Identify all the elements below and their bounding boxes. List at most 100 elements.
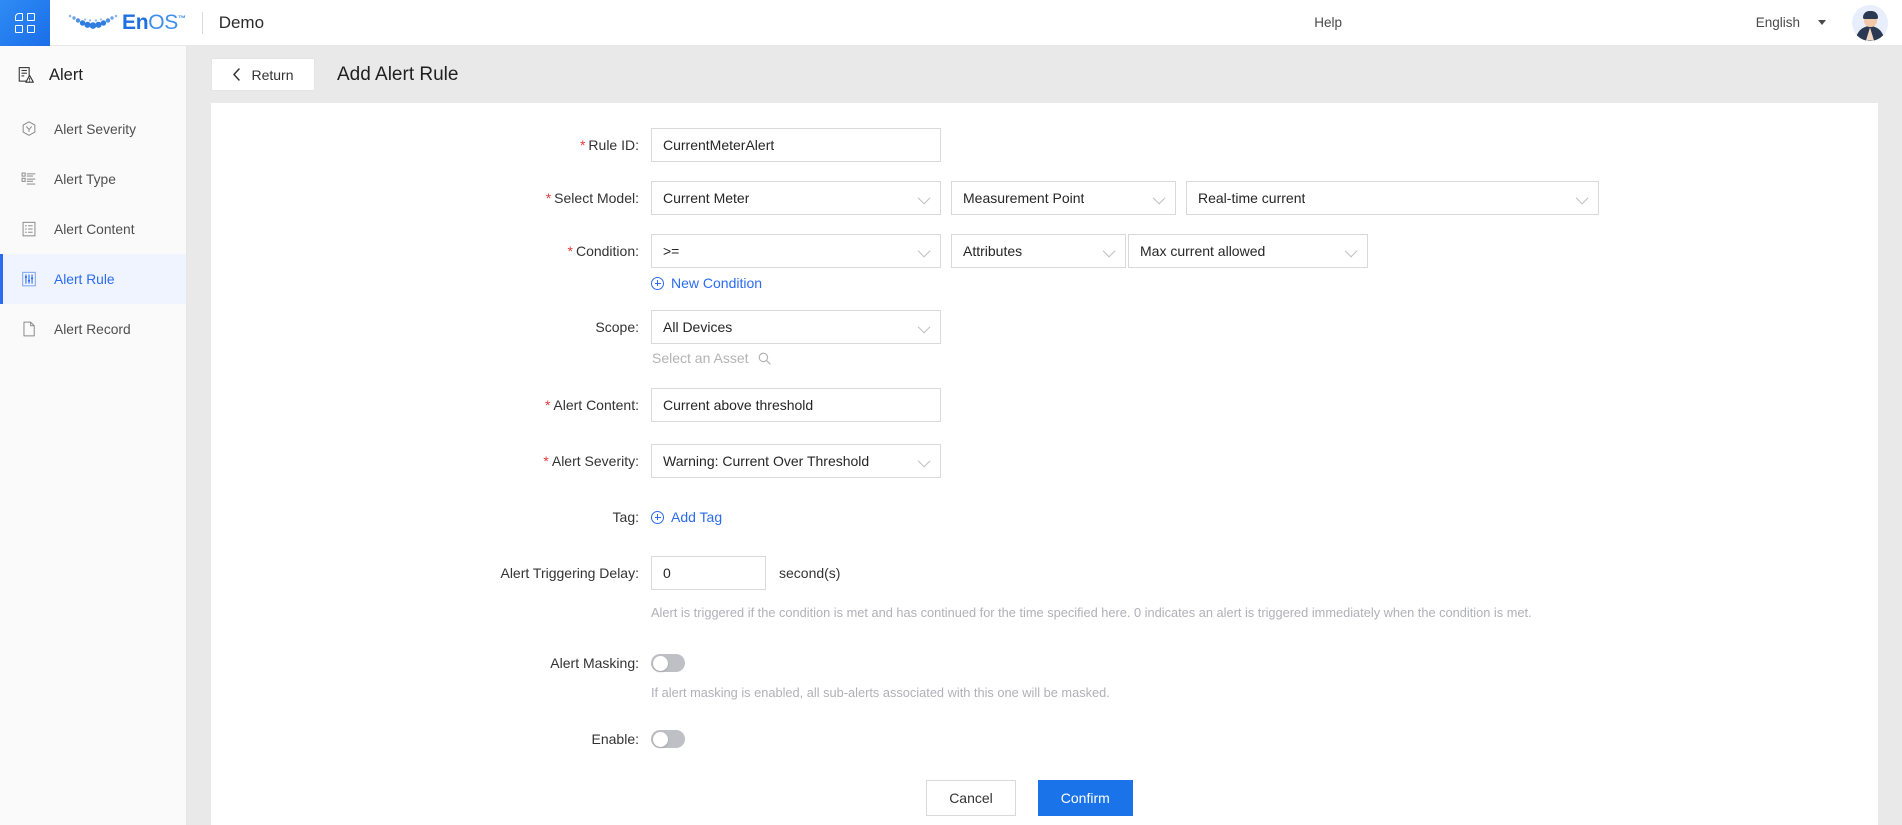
chevron-down-icon	[1344, 244, 1358, 258]
field-alert-content: * Alert Content: Current above threshold	[211, 388, 1878, 422]
avatar[interactable]	[1852, 4, 1888, 41]
sidebar: Alert Alert Severity Alert Type Alert Co…	[0, 46, 187, 825]
field-enable: Enable:	[211, 722, 1878, 756]
field-alert-severity: * Alert Severity: Warning: Current Over T…	[211, 444, 1878, 478]
field-rule-id: * Rule ID: CurrentMeterAlert	[211, 128, 1878, 162]
alert-masking-helper: If alert masking is enabled, all sub-ale…	[651, 685, 1110, 700]
trigger-delay-helper: Alert is triggered if the condition is m…	[651, 605, 1532, 620]
point-type-select[interactable]: Measurement Point	[951, 181, 1176, 215]
confirm-button[interactable]: Confirm	[1037, 780, 1133, 816]
plus-circle-icon	[651, 510, 664, 524]
condition-label: * Condition:	[567, 243, 640, 259]
workspace-name: Demo	[218, 12, 265, 32]
file-icon	[23, 321, 35, 337]
measurement-point-select[interactable]: Real-time current	[1186, 181, 1599, 215]
chevron-down-icon	[1152, 191, 1166, 205]
sidebar-item-alert-record[interactable]: Alert Record	[0, 304, 186, 354]
trigger-delay-input[interactable]: 0	[651, 556, 766, 590]
search-icon	[758, 352, 771, 365]
condition-source-value: Attributes	[963, 243, 1023, 259]
sidebar-item-label: Alert Type	[54, 171, 116, 187]
chevron-down-icon	[1575, 191, 1589, 205]
return-button[interactable]: Return	[211, 58, 315, 91]
rule-id-input[interactable]: CurrentMeterAlert	[651, 128, 941, 162]
toggle-knob	[652, 655, 668, 671]
avatar-hair	[1862, 10, 1878, 19]
top-header: EnOS™ Demo Help English	[0, 0, 1902, 46]
trigger-delay-value: 0	[663, 565, 671, 581]
form-actions: Cancel Confirm	[211, 780, 1878, 816]
brand-tm: ™	[178, 13, 186, 23]
condition-target-select[interactable]: Max current allowed	[1128, 234, 1368, 268]
scope-value: All Devices	[663, 319, 733, 335]
chevron-left-icon	[232, 68, 241, 81]
chevron-down-icon	[917, 320, 931, 334]
alert-masking-toggle[interactable]	[651, 654, 685, 672]
sidebar-item-label: Alert Severity	[54, 121, 137, 137]
clipboard-icon	[22, 221, 36, 237]
alert-content-input[interactable]: Current above threshold	[651, 388, 941, 422]
trigger-delay-label: Alert Triggering Delay:	[500, 565, 639, 581]
condition-target-value: Max current allowed	[1140, 243, 1266, 259]
required-marker: *	[579, 137, 586, 153]
cancel-button[interactable]: Cancel	[926, 780, 1016, 816]
sidebar-item-alert-content[interactable]: Alert Content	[0, 204, 186, 254]
enable-label: Enable:	[591, 731, 639, 747]
add-tag-button[interactable]: Add Tag	[651, 509, 722, 525]
header-divider	[201, 11, 203, 34]
model-select-value: Current Meter	[663, 190, 750, 206]
app-grid-button[interactable]	[0, 0, 50, 46]
alert-masking-label: Alert Masking:	[550, 655, 639, 671]
condition-operator-select[interactable]: >=	[651, 234, 941, 268]
enos-swoosh-logo	[66, 10, 120, 36]
main-content: Return Add Alert Rule * Rule ID: CurrentM…	[187, 46, 1902, 825]
brand-en: En	[122, 10, 149, 34]
alert-severity-label: * Alert Severity:	[543, 453, 639, 469]
field-condition: * Condition: >= Attributes Max current al…	[211, 234, 1878, 268]
trigger-delay-unit: second(s)	[779, 565, 841, 581]
language-selector[interactable]: English	[1372, 6, 1826, 40]
select-asset-label: Select an Asset	[652, 350, 749, 366]
field-trigger-delay: Alert Triggering Delay: 0 second(s)	[211, 556, 1878, 590]
sidebar-section-alert: Alert	[0, 46, 186, 104]
scope-label: Scope:	[595, 319, 639, 335]
sidebar-section-label: Alert	[49, 65, 83, 84]
sidebar-item-label: Alert Record	[54, 321, 131, 337]
required-marker: *	[545, 190, 552, 206]
field-select-model: * Select Model: Current Meter Measurement…	[211, 181, 1878, 215]
select-asset-button[interactable]: Select an Asset	[651, 350, 771, 366]
field-tag: Tag: Add Tag	[211, 500, 1878, 534]
header-actions: Help English	[1314, 4, 1902, 41]
alert-document-icon	[18, 67, 34, 83]
model-select[interactable]: Current Meter	[651, 181, 941, 215]
sidebar-item-alert-type[interactable]: Alert Type	[0, 154, 186, 204]
alert-masking-helper-row: If alert masking is enabled, all sub-ale…	[211, 684, 1878, 702]
language-label: English	[1755, 14, 1800, 30]
select-asset-row: Select an Asset	[211, 350, 1878, 366]
page-title: Add Alert Rule	[337, 63, 459, 85]
help-link[interactable]: Help	[1314, 15, 1342, 30]
alert-severity-select[interactable]: Warning: Current Over Threshold	[651, 444, 941, 478]
tag-label: Tag:	[612, 509, 639, 525]
alert-content-label: * Alert Content:	[544, 397, 639, 413]
chevron-down-icon	[1102, 244, 1116, 258]
condition-source-select[interactable]: Attributes	[951, 234, 1126, 268]
add-alert-rule-form: * Rule ID: CurrentMeterAlert * Select Mode…	[211, 103, 1878, 825]
measurement-point-value: Real-time current	[1198, 190, 1306, 206]
field-alert-masking: Alert Masking:	[211, 646, 1878, 680]
alert-content-value: Current above threshold	[663, 397, 814, 413]
sliders-icon	[22, 271, 36, 287]
condition-operator-value: >=	[663, 243, 680, 259]
sidebar-item-alert-severity[interactable]: Alert Severity	[0, 104, 186, 154]
rule-id-value: CurrentMeterAlert	[663, 137, 775, 153]
scope-select[interactable]: All Devices	[651, 310, 941, 344]
new-condition-label: New Condition	[671, 275, 763, 291]
required-marker: *	[544, 397, 551, 413]
field-scope: Scope: All Devices	[211, 310, 1878, 344]
brand-wordmark: EnOS™	[122, 11, 186, 35]
new-condition-button[interactable]: New Condition	[651, 275, 762, 291]
alert-severity-value: Warning: Current Over Threshold	[663, 453, 870, 469]
enable-toggle[interactable]	[651, 730, 685, 748]
brand: EnOS™	[66, 10, 186, 36]
sidebar-item-alert-rule[interactable]: Alert Rule	[0, 254, 186, 304]
